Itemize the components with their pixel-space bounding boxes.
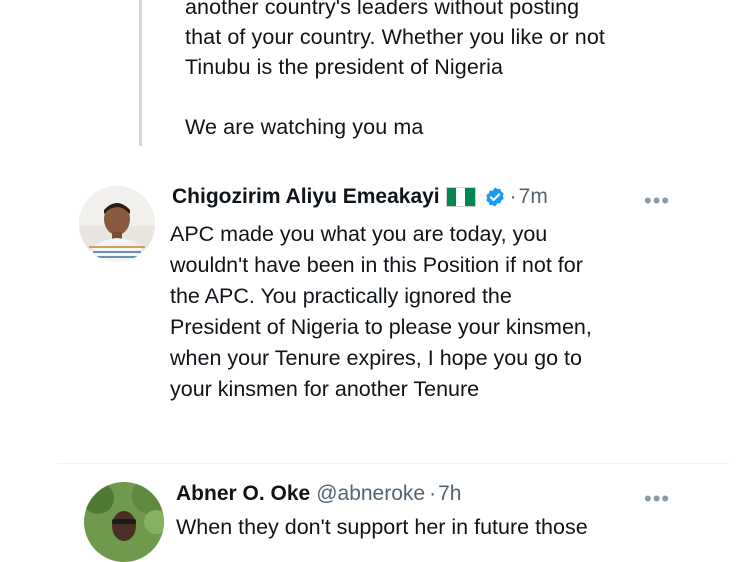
- tweet-line: when your Tenure expires, I hope you go …: [170, 346, 582, 370]
- tweet-line: the APC. You practically ignored the: [170, 284, 512, 308]
- more-options-icon[interactable]: •••: [644, 488, 670, 510]
- timestamp[interactable]: 7h: [438, 482, 461, 506]
- avatar[interactable]: [84, 482, 164, 562]
- nigeria-flag-icon: [445, 187, 476, 207]
- display-name[interactable]: Chigozirim Aliyu Emeakayi: [172, 185, 440, 209]
- previous-tweet-line: that of your country. Whether you like o…: [185, 25, 605, 49]
- tweet-line: When they don't support her in future th…: [176, 515, 588, 539]
- avatar-image: [84, 482, 164, 562]
- tweet-text: When they don't support her in future th…: [176, 512, 588, 543]
- tweet-header: Abner O. Oke @abneroke · 7h: [176, 482, 461, 506]
- avatar[interactable]: [79, 186, 155, 262]
- previous-tweet-line: another country's leaders without postin…: [185, 0, 580, 19]
- previous-tweet-line: Tinubu is the president of Nigeria: [185, 55, 504, 79]
- verified-badge-icon[interactable]: [484, 186, 506, 208]
- tweet-line: President of Nigeria to please your kins…: [170, 315, 592, 339]
- tweet-header: Chigozirim Aliyu Emeakayi · 7m: [172, 185, 548, 209]
- tweet-divider: [58, 463, 730, 464]
- display-name[interactable]: Abner O. Oke: [176, 482, 310, 506]
- thread-connector-line: [139, 0, 142, 146]
- separator-dot: ·: [429, 482, 437, 505]
- tweet-text: APC made you what you are today, you wou…: [170, 219, 592, 405]
- tweet-line: your kinsmen for another Tenure: [170, 377, 480, 401]
- tweet-line: APC made you what you are today, you: [170, 222, 548, 246]
- avatar-image: [79, 186, 155, 262]
- previous-tweet-line: We are watching you ma: [185, 115, 424, 139]
- username-handle[interactable]: @abneroke: [316, 482, 425, 506]
- tweet-line: wouldn't have been in this Position if n…: [170, 253, 583, 277]
- previous-tweet-text: another country's leaders without postin…: [185, 0, 705, 142]
- more-options-icon[interactable]: •••: [644, 190, 670, 212]
- timestamp[interactable]: 7m: [519, 185, 548, 209]
- separator-dot: ·: [509, 185, 517, 208]
